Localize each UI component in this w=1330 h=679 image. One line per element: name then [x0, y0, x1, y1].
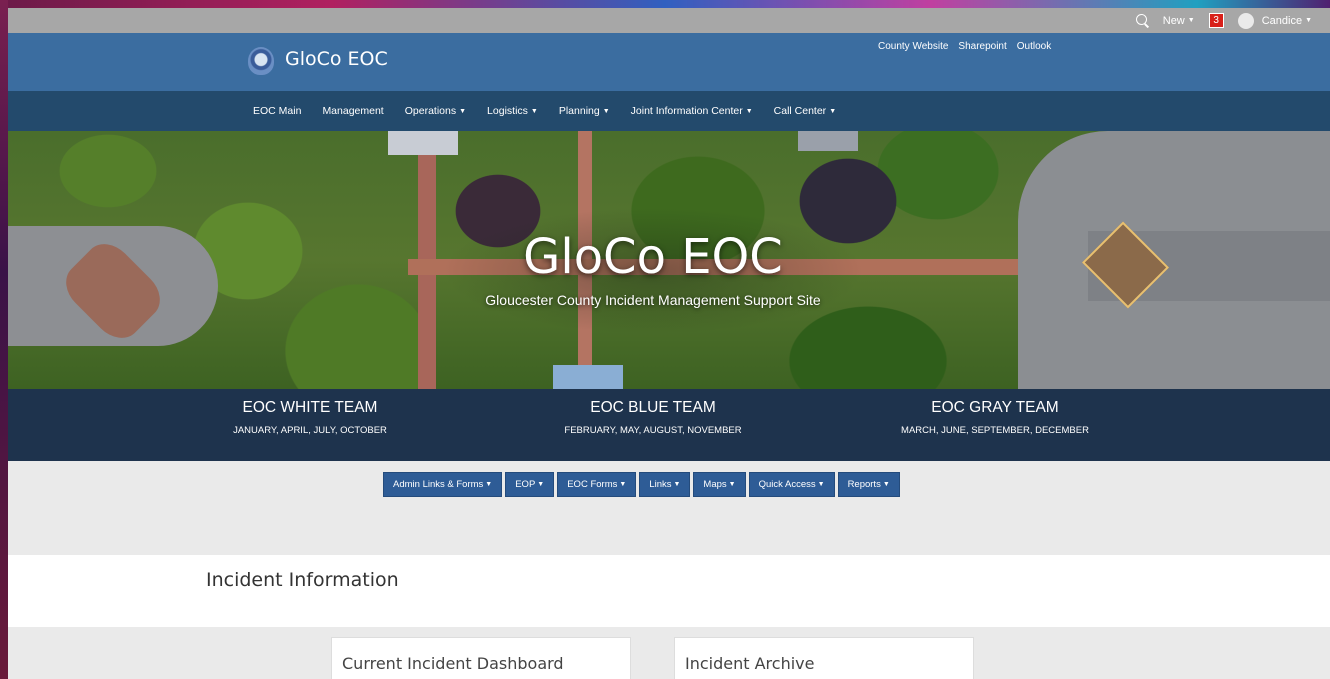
quick-access-button[interactable]: Quick Access ▼ [748, 472, 835, 497]
avatar [1237, 12, 1254, 29]
current-incident-dashboard-card[interactable]: Current Incident Dashboard [331, 637, 631, 679]
suite-bar: New ▼ 3 Candice ▼ [8, 8, 1330, 33]
hero-title: GloCo EOC [523, 229, 783, 285]
incident-section-header: Incident Information [8, 555, 1330, 627]
user-name: Candice [1261, 14, 1303, 27]
eop-button[interactable]: EOP ▼ [505, 472, 555, 497]
button-label: EOC Forms [567, 479, 618, 490]
card-title: Current Incident Dashboard [342, 654, 564, 673]
desktop-background [0, 0, 1330, 8]
team-blue: EOC BLUE TEAM FEBRUARY, MAY, AUGUST, NOV… [488, 399, 818, 436]
teams-band: EOC WHITE TEAM JANUARY, APRIL, JULY, OCT… [8, 389, 1330, 461]
chevron-down-icon: ▼ [602, 107, 610, 115]
quick-links-band: Admin Links & Forms ▼ EOP ▼ EOC Forms ▼ Lin… [8, 461, 1330, 555]
nav-item-label: EOC Main [253, 105, 302, 117]
card-title: Incident Archive [685, 654, 815, 673]
nav-item-management[interactable]: Management [322, 105, 383, 117]
chevron-down-icon: ▼ [537, 481, 545, 488]
brand-header: GloCo EOC County Website Sharepoint Outl… [8, 33, 1330, 91]
incident-archive-card[interactable]: Incident Archive [674, 637, 974, 679]
nav-item-label: Joint Information Center [630, 105, 743, 117]
button-label: Maps [703, 479, 727, 490]
desktop-background-edge [0, 0, 8, 679]
admin-links-forms-button[interactable]: Admin Links & Forms ▼ [383, 472, 503, 497]
search-button[interactable] [1135, 14, 1149, 27]
incident-cards: Current Incident Dashboard Incident Arch… [8, 627, 1330, 679]
county-seal-logo[interactable] [248, 47, 274, 75]
reports-button[interactable]: Reports ▼ [837, 472, 900, 497]
chevron-down-icon: ▼ [817, 481, 825, 488]
new-menu-label: New [1162, 14, 1185, 27]
chevron-down-icon: ▼ [882, 481, 890, 488]
sharepoint-link[interactable]: Sharepoint [958, 41, 1006, 52]
nav-item-eoc-main[interactable]: EOC Main [253, 105, 301, 117]
team-months: JANUARY, APRIL, JULY, OCTOBER [233, 425, 387, 436]
chevron-down-icon: ▼ [619, 481, 627, 488]
chevron-down-icon: ▼ [530, 107, 538, 115]
button-label: Links [649, 479, 672, 490]
notifications-button[interactable]: 3 [1208, 13, 1224, 28]
button-label: Admin Links & Forms [393, 479, 484, 490]
eoc-forms-button[interactable]: EOC Forms ▼ [557, 472, 637, 497]
site-title[interactable]: GloCo EOC [285, 48, 388, 70]
quick-links-toolbar: Admin Links & Forms ▼ EOP ▼ EOC Forms ▼ Lin… [383, 472, 903, 497]
nav-item-joint-information-center[interactable]: Joint Information Center ▼ [631, 105, 753, 117]
button-label: Reports [847, 479, 881, 490]
nav-item-operations[interactable]: Operations ▼ [405, 105, 466, 117]
team-name: EOC BLUE TEAM [590, 399, 716, 416]
nav-item-label: Management [322, 105, 384, 117]
maps-button[interactable]: Maps ▼ [693, 472, 746, 497]
top-links: County Website Sharepoint Outlook [878, 41, 1061, 52]
chevron-down-icon: ▼ [1187, 17, 1195, 24]
chevron-down-icon: ▼ [673, 481, 681, 488]
team-months: FEBRUARY, MAY, AUGUST, NOVEMBER [564, 425, 742, 436]
nav-item-planning[interactable]: Planning ▼ [559, 105, 610, 117]
incident-section-title: Incident Information [206, 569, 399, 591]
hero-subtitle: Gloucester County Incident Management Su… [485, 292, 821, 308]
notification-badge: 3 [1208, 13, 1224, 28]
chevron-down-icon: ▼ [1305, 17, 1312, 24]
button-label: Quick Access [758, 479, 816, 490]
browser-page: New ▼ 3 Candice ▼ GloCo EOC County Websi… [8, 8, 1330, 679]
county-website-link[interactable]: County Website [878, 41, 948, 52]
chevron-down-icon: ▼ [459, 107, 467, 115]
nav-item-label: Planning [558, 105, 600, 117]
outlook-link[interactable]: Outlook [1017, 41, 1051, 52]
user-menu-button[interactable]: Candice ▼ [1237, 12, 1312, 29]
main-nav: EOC Main Management Operations ▼ Logisti… [8, 91, 1330, 131]
chevron-down-icon: ▼ [745, 107, 753, 115]
nav-item-label: Logistics [487, 105, 528, 117]
team-name: EOC WHITE TEAM [242, 399, 378, 416]
chevron-down-icon: ▼ [728, 481, 736, 488]
links-button[interactable]: Links ▼ [639, 472, 691, 497]
chevron-down-icon: ▼ [485, 481, 493, 488]
new-menu-button[interactable]: New ▼ [1163, 15, 1195, 27]
team-gray: EOC GRAY TEAM MARCH, JUNE, SEPTEMBER, DE… [830, 399, 1160, 436]
team-white: EOC WHITE TEAM JANUARY, APRIL, JULY, OCT… [145, 399, 475, 436]
nav-item-logistics[interactable]: Logistics ▼ [487, 105, 538, 117]
team-name: EOC GRAY TEAM [931, 399, 1059, 416]
team-months: MARCH, JUNE, SEPTEMBER, DECEMBER [901, 425, 1089, 436]
nav-item-label: Call Center [773, 105, 827, 117]
hero-banner: GloCo EOC Gloucester County Incident Man… [8, 131, 1330, 389]
button-label: EOP [515, 479, 536, 490]
nav-item-label: Operations [404, 105, 457, 117]
search-icon [1135, 14, 1149, 27]
nav-item-call-center[interactable]: Call Center ▼ [774, 105, 836, 117]
chevron-down-icon: ▼ [829, 107, 837, 115]
